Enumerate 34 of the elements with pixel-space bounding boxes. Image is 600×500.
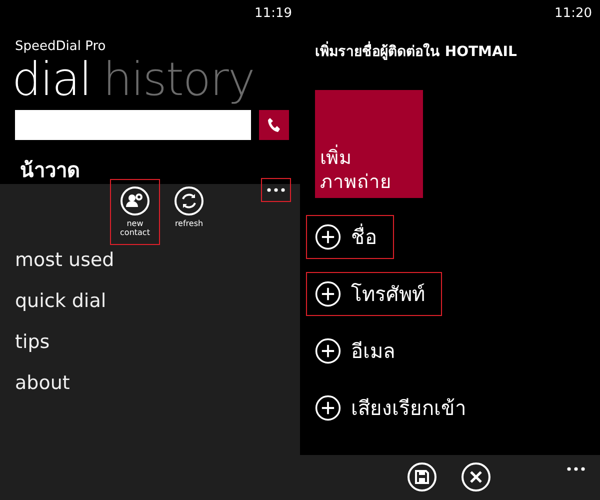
- menu-item[interactable]: about: [15, 372, 300, 394]
- page-title: เพิ่มรายชื่อผู้ติดต่อใน HOTMAIL: [315, 40, 600, 62]
- plus-icon: [315, 224, 341, 250]
- more-icon: [267, 188, 285, 192]
- menu-item[interactable]: tips: [15, 331, 300, 353]
- plus-icon: [315, 395, 341, 421]
- plus-icon: [315, 281, 341, 307]
- menu-item[interactable]: quick dial: [15, 290, 300, 312]
- close-icon: [461, 462, 491, 492]
- save-icon: [407, 462, 437, 492]
- add-contact-icon: [120, 186, 150, 216]
- close-button[interactable]: [461, 462, 493, 494]
- refresh-icon: [174, 186, 204, 216]
- save-button[interactable]: [407, 462, 439, 494]
- phone-icon: [267, 117, 281, 133]
- status-time: 11:20: [554, 6, 592, 22]
- more-icon: [567, 467, 585, 471]
- add-field-button[interactable]: อีเมล: [306, 329, 412, 373]
- new-contact-button[interactable]: new contact: [110, 179, 160, 245]
- refresh-button[interactable]: refresh: [164, 179, 214, 245]
- dial-input-field[interactable]: [15, 110, 251, 140]
- add-field-button[interactable]: ชื่อ: [306, 215, 394, 259]
- pivot-header[interactable]: dial: [12, 52, 91, 106]
- add-photo-tile[interactable]: เพิ่ม ภาพถ่าย: [315, 90, 423, 198]
- more-button[interactable]: [261, 178, 291, 202]
- plus-icon: [315, 338, 341, 364]
- contact-name: น้าวาด: [20, 157, 81, 184]
- add-field-button[interactable]: โทรศัพท์: [306, 272, 442, 316]
- call-button[interactable]: [259, 110, 289, 140]
- menu-item[interactable]: most used: [15, 249, 300, 271]
- add-field-button[interactable]: เสียงเรียกเข้า: [306, 386, 483, 430]
- pivot-header[interactable]: history: [102, 52, 254, 106]
- app-title: SpeedDial Pro: [15, 39, 107, 54]
- status-time: 11:19: [254, 6, 292, 22]
